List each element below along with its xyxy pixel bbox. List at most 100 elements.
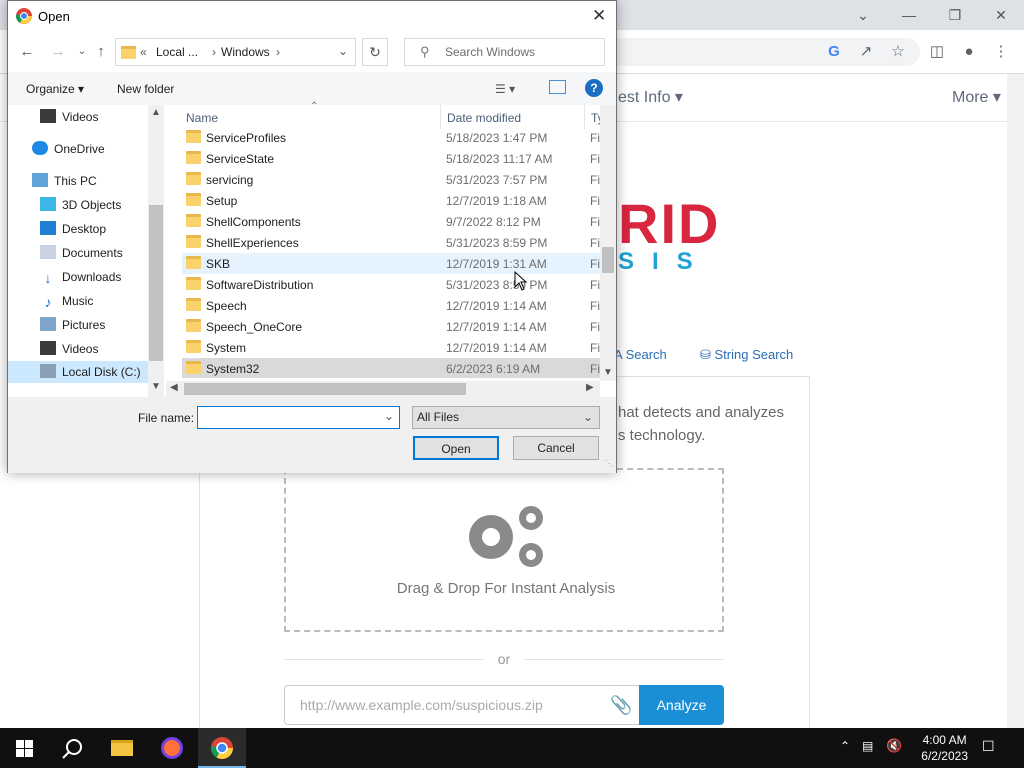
preview-pane-icon[interactable] (549, 80, 566, 94)
search-input[interactable]: Search Windows (404, 38, 605, 66)
navigation-pane: Videos OneDrive This PC 3D Objects Deskt… (8, 105, 164, 397)
breadcrumb-local[interactable]: Local ... (156, 45, 198, 59)
profile-icon[interactable]: ● (958, 41, 980, 63)
analyze-button[interactable]: Analyze (639, 685, 724, 725)
nav-item-downloads[interactable]: ↓ Downloads (40, 266, 122, 288)
tab-string-search[interactable]: ⛁ String Search (700, 347, 793, 363)
music-icon: ♪ (44, 294, 52, 310)
taskbar-chrome[interactable] (198, 728, 246, 768)
folder-icon (186, 193, 201, 206)
file-row[interactable]: System 12/7/2019 1:14 AM Fi (182, 337, 602, 358)
nav-item-videos-top[interactable]: Videos (40, 106, 98, 128)
search-button[interactable] (48, 728, 96, 768)
file-row[interactable]: SoftwareDistribution 5/31/2023 8:59 PM Fi (182, 274, 602, 295)
nav-item-pictures[interactable]: Pictures (40, 314, 105, 336)
nav-item-videos[interactable]: Videos (40, 338, 98, 360)
chevron-down-icon[interactable]: ⌄ (384, 409, 394, 423)
view-options-icon[interactable]: ☰ ▾ (495, 82, 515, 96)
tray-chevron-up-icon[interactable]: ⌃ (840, 739, 850, 753)
volume-muted-icon[interactable]: 🔇 (886, 738, 902, 754)
file-type-filter[interactable]: All Files ⌄ (412, 406, 600, 429)
side-panel-icon[interactable]: ◫ (926, 41, 948, 63)
recent-chevron-icon[interactable]: ⌄ (72, 42, 92, 62)
chevron-down-icon[interactable]: ⌄ (852, 4, 874, 26)
file-row[interactable]: ShellComponents 9/7/2022 8:12 PM Fi (182, 211, 602, 232)
scroll-left-icon[interactable]: ◀ (170, 382, 178, 393)
column-date-modified[interactable]: Date modified (447, 111, 521, 125)
chevron-down-icon: ⌄ (583, 410, 594, 424)
file-row-hovered[interactable]: SKB 12/7/2019 1:31 AM Fi (182, 253, 602, 274)
nav-item-label: This PC (54, 174, 97, 188)
share-icon[interactable]: ↗ (855, 41, 877, 63)
refresh-button[interactable]: ↻ (362, 38, 388, 66)
star-icon[interactable]: ☆ (887, 41, 909, 63)
page-scrollbar[interactable] (1007, 74, 1024, 728)
breadcrumb[interactable]: « Local ... › Windows › ⌄ (115, 38, 356, 66)
nav-item-music[interactable]: ♪ Music (40, 290, 94, 312)
system-clock[interactable]: 4:00 AM 6/2/2023 (921, 732, 968, 764)
restore-button[interactable]: ❐ (944, 4, 966, 26)
nav-item-onedrive[interactable]: OneDrive (32, 138, 105, 160)
network-icon[interactable]: ▤ (862, 739, 873, 753)
back-arrow-icon[interactable]: ← (17, 42, 37, 62)
google-icon[interactable]: G (823, 41, 845, 63)
vscroll-thumb[interactable] (602, 247, 614, 273)
file-type: Fi (590, 236, 600, 250)
dialog-close-icon[interactable]: ✕ (592, 6, 606, 26)
file-date: 6/2/2023 6:19 AM (446, 362, 541, 376)
menu-icon[interactable]: ⋮ (990, 41, 1012, 63)
help-icon[interactable]: ? (585, 79, 603, 97)
file-dropzone[interactable]: Drag & Drop For Instant Analysis (284, 468, 724, 632)
start-button[interactable] (0, 728, 48, 768)
notification-icon[interactable]: ☐ (982, 738, 995, 755)
nav-latest-info[interactable]: est Info ▾ (618, 87, 683, 107)
up-arrow-icon[interactable]: ↑ (91, 42, 111, 62)
nav-item-3d-objects[interactable]: 3D Objects (40, 194, 121, 216)
taskbar-file-explorer[interactable] (98, 728, 146, 768)
minimize-button[interactable]: — (898, 4, 920, 26)
nav-item-this-pc[interactable]: This PC (32, 170, 97, 192)
cancel-button[interactable]: Cancel (513, 436, 599, 460)
file-row[interactable]: ServiceProfiles 5/18/2023 1:47 PM Fi (182, 127, 602, 148)
file-name-input[interactable]: ⌄ (197, 406, 400, 429)
breadcrumb-overflow[interactable]: « (140, 45, 147, 59)
taskbar-firefox[interactable] (148, 728, 196, 768)
file-row[interactable]: Setup 12/7/2019 1:18 AM Fi (182, 190, 602, 211)
nav-item-documents[interactable]: Documents (40, 242, 123, 264)
tab-yara-search[interactable]: A Search (614, 347, 667, 362)
file-name: ServiceState (206, 152, 275, 166)
file-list-vscrollbar[interactable]: ▼ (600, 105, 616, 381)
forward-arrow-icon[interactable]: → (48, 42, 68, 62)
paperclip-icon[interactable]: 📎 (610, 695, 632, 716)
nav-scrollbar[interactable]: ▲ ▼ (148, 105, 164, 397)
resize-grip-icon[interactable]: ⋱ (605, 459, 613, 468)
nav-scroll-thumb[interactable] (149, 205, 163, 361)
organize-menu[interactable]: Organize ▾ (26, 82, 84, 96)
file-name: ServiceProfiles (206, 131, 287, 145)
nav-item-desktop[interactable]: Desktop (40, 218, 106, 240)
file-row[interactable]: ShellExperiences 5/31/2023 8:59 PM Fi (182, 232, 602, 253)
open-button[interactable]: Open (413, 436, 499, 460)
scroll-down-icon[interactable]: ▼ (603, 367, 613, 378)
file-row[interactable]: ServiceState 5/18/2023 11:17 AM Fi (182, 148, 602, 169)
or-label: or (484, 651, 524, 667)
file-row[interactable]: servicing 5/31/2023 7:57 PM Fi (182, 169, 602, 190)
file-list-hscrollbar[interactable]: ◀ ▶ (166, 381, 600, 397)
column-separator[interactable] (584, 105, 585, 129)
scroll-up-icon[interactable]: ▲ (151, 107, 161, 118)
file-row[interactable]: Speech_OneCore 12/7/2019 1:14 AM Fi (182, 316, 602, 337)
column-name[interactable]: Name (186, 111, 218, 125)
nav-more[interactable]: More ▾ (952, 87, 1001, 107)
column-separator[interactable] (440, 105, 441, 129)
hscroll-thumb[interactable] (184, 383, 466, 395)
scroll-down-icon[interactable]: ▼ (151, 381, 161, 392)
scroll-right-icon[interactable]: ▶ (586, 382, 594, 393)
nav-item-local-disk[interactable]: Local Disk (C:) (8, 361, 148, 383)
file-row[interactable]: Speech 12/7/2019 1:14 AM Fi (182, 295, 602, 316)
close-window-button[interactable]: ✕ (990, 4, 1012, 26)
file-row-selected[interactable]: System32 6/2/2023 6:19 AM Fi (182, 358, 602, 378)
breadcrumb-windows[interactable]: Windows (221, 45, 270, 59)
chevron-down-icon[interactable]: ⌄ (338, 44, 348, 58)
url-input[interactable]: http://www.example.com/suspicious.zip (284, 685, 640, 725)
new-folder-button[interactable]: New folder (117, 82, 174, 96)
